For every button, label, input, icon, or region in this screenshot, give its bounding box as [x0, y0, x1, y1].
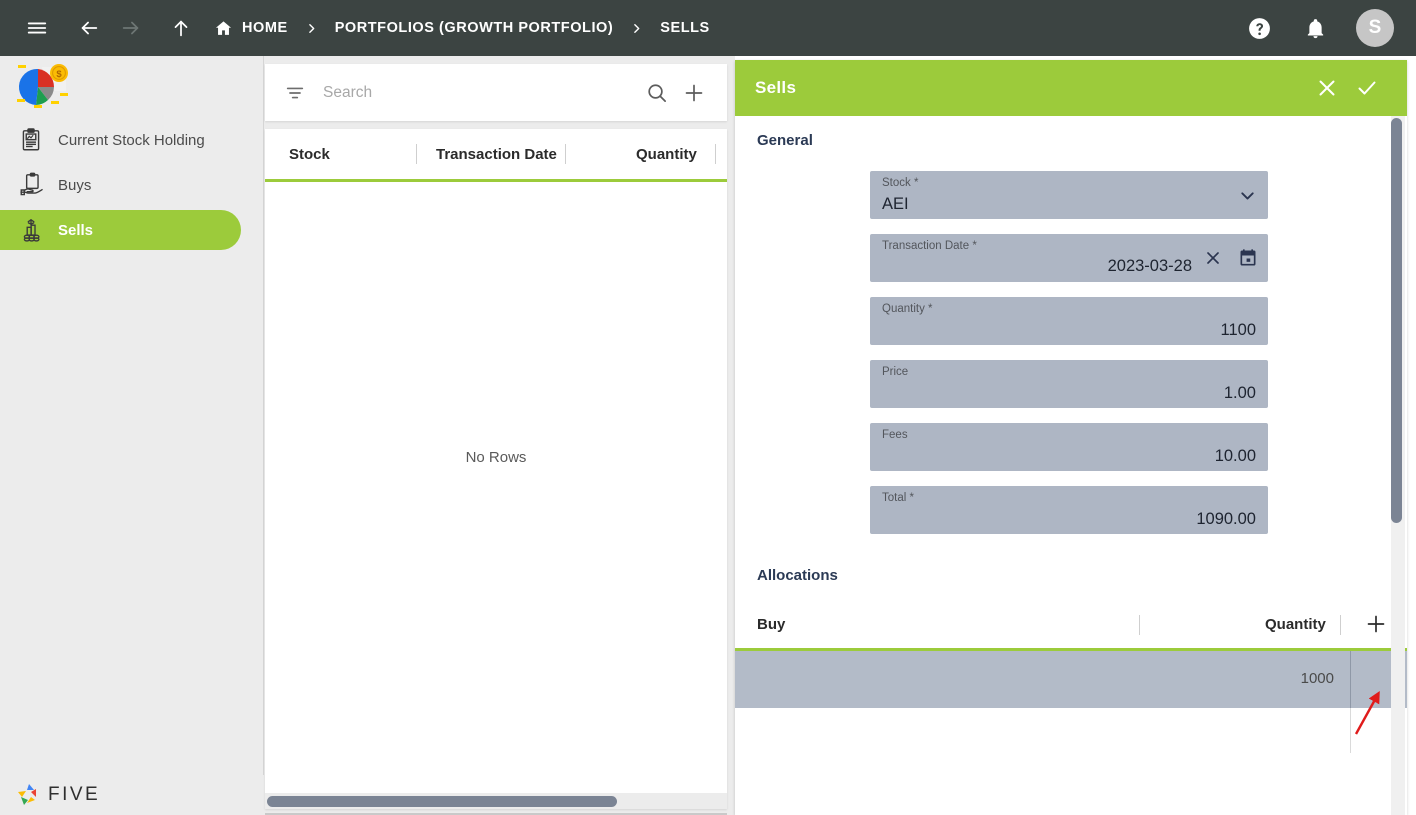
panel-body: General Stock * AEI Transaction Date * 2…	[735, 116, 1407, 815]
breadcrumb-label: SELLS	[660, 20, 710, 36]
svg-text:$: $	[56, 69, 62, 80]
panel-actions	[1307, 68, 1387, 108]
breadcrumb-item-portfolios[interactable]: PORTFOLIOS (GROWTH PORTFOLIO)	[335, 20, 614, 36]
chevron-right-icon	[630, 22, 643, 35]
general-fields: Stock * AEI Transaction Date * 2023-03-2…	[735, 149, 1407, 534]
section-title-general: General	[757, 132, 813, 149]
field-price[interactable]: Price 1.00	[870, 360, 1268, 408]
hand-clipboard-icon	[14, 172, 48, 198]
breadcrumb: HOME PORTFOLIOS (GROWTH PORTFOLIO) SELLS	[214, 19, 710, 38]
column-header-buy[interactable]: Buy	[757, 601, 785, 648]
field-label: Quantity *	[882, 303, 933, 315]
top-bar: HOME PORTFOLIOS (GROWTH PORTFOLIO) SELLS	[0, 0, 1416, 56]
avatar[interactable]: S	[1356, 9, 1394, 47]
breadcrumb-item-sells[interactable]: SELLS	[660, 20, 709, 36]
sidebar-item-label: Sells	[58, 221, 94, 239]
add-record-button[interactable]	[675, 81, 713, 105]
column-header-stock[interactable]: Stock	[289, 129, 330, 179]
arrow-left-icon[interactable]	[72, 11, 106, 45]
field-label: Price	[882, 366, 909, 378]
chevron-right-icon	[305, 22, 318, 35]
sidebar-item-label: Current Stock Holding	[58, 131, 205, 149]
field-fees[interactable]: Fees 10.00	[870, 423, 1268, 471]
pie-chart-coin-logo: $	[17, 64, 68, 108]
field-stock[interactable]: Stock * AEI	[870, 171, 1268, 219]
column-divider[interactable]	[715, 144, 716, 164]
money-stack-icon	[14, 217, 48, 243]
field-transaction-date[interactable]: Transaction Date * 2023-03-28	[870, 234, 1268, 282]
hamburger-icon[interactable]	[20, 11, 54, 45]
column-divider[interactable]	[1139, 615, 1140, 635]
allocations-header: Buy Quantity	[735, 601, 1407, 651]
field-total[interactable]: Total * 1090.00	[870, 486, 1268, 534]
column-divider[interactable]	[565, 144, 566, 164]
field-label: Stock *	[882, 177, 919, 189]
panel-vertical-scrollbar[interactable]	[1391, 116, 1405, 815]
bell-icon[interactable]	[1298, 11, 1332, 45]
top-bar-actions: S	[1220, 9, 1416, 47]
chevron-down-icon[interactable]	[1237, 185, 1258, 211]
check-icon[interactable]	[1347, 68, 1387, 108]
sidebar-nav: Current Stock Holding Buys Sells	[0, 120, 263, 250]
sidebar-item-buys[interactable]: Buys	[0, 165, 241, 205]
app-logo: $	[0, 56, 263, 118]
five-star-logo	[18, 784, 36, 805]
brand-footer: FIVE	[0, 775, 264, 815]
column-header-transaction-date[interactable]: Transaction Date	[436, 129, 557, 179]
breadcrumb-item-home[interactable]: HOME	[214, 19, 288, 38]
section-title-allocations: Allocations	[757, 567, 838, 584]
cell-quantity: 1000	[1300, 670, 1334, 687]
row-divider	[1350, 651, 1351, 708]
allocations-add-button[interactable]	[1361, 609, 1391, 639]
field-quantity[interactable]: Quantity * 1100	[870, 297, 1268, 345]
field-value: 1100	[1220, 321, 1256, 339]
field-value: 1090.00	[1196, 510, 1256, 528]
field-value: AEI	[882, 195, 909, 213]
column-header-quantity[interactable]: Quantity	[636, 129, 697, 179]
field-value: 10.00	[1214, 447, 1256, 465]
help-circle-icon[interactable]	[1242, 11, 1276, 45]
column-divider[interactable]	[416, 144, 417, 164]
brand-name: FIVE	[48, 784, 101, 805]
sidebar-item-current-stock-holding[interactable]: Current Stock Holding	[0, 120, 241, 160]
search-bar	[265, 64, 727, 121]
horizontal-scrollbar-thumb[interactable]	[267, 796, 617, 807]
clipboard-chart-icon	[14, 127, 48, 153]
filter-icon[interactable]	[279, 82, 311, 104]
search-input[interactable]	[323, 83, 637, 102]
field-label: Total *	[882, 492, 914, 504]
table-row[interactable]: 1000	[735, 651, 1407, 708]
sidebar-item-sells[interactable]: Sells	[0, 210, 241, 250]
breadcrumb-label: PORTFOLIOS (GROWTH PORTFOLIO)	[334, 20, 614, 36]
sidebar-item-label: Buys	[58, 176, 92, 194]
grid-header: Stock Transaction Date Quantity	[265, 129, 727, 182]
panel-header: Sells	[735, 60, 1407, 116]
field-label: Transaction Date *	[882, 240, 977, 252]
search-icon[interactable]	[637, 81, 675, 104]
list-column: Stock Transaction Date Quantity No Rows	[264, 56, 735, 815]
panel-vertical-scrollbar-thumb[interactable]	[1391, 118, 1402, 523]
column-divider[interactable]	[1340, 615, 1341, 635]
clear-date-icon[interactable]	[1203, 248, 1223, 273]
allocations-grid: Buy Quantity 1000	[735, 601, 1407, 753]
records-grid: Stock Transaction Date Quantity No Rows	[265, 129, 727, 809]
arrow-up-icon[interactable]	[164, 11, 198, 45]
arrow-right-icon[interactable]	[114, 11, 148, 45]
panel-title: Sells	[755, 78, 797, 97]
calendar-icon[interactable]	[1238, 248, 1258, 273]
table-row-empty[interactable]	[735, 708, 1407, 753]
field-value: 2023-03-28	[1107, 257, 1192, 275]
field-label: Fees	[882, 429, 908, 441]
field-value: 1.00	[1223, 384, 1256, 402]
sells-form-panel: Sells General Stock * AEI Transaction Da…	[735, 60, 1407, 815]
app-root: HOME PORTFOLIOS (GROWTH PORTFOLIO) SELLS	[0, 0, 1416, 815]
horizontal-scrollbar[interactable]	[265, 793, 727, 809]
breadcrumb-label: HOME	[242, 20, 288, 36]
home-icon	[214, 19, 233, 38]
close-icon[interactable]	[1307, 68, 1347, 108]
empty-state-message: No Rows	[465, 449, 527, 466]
column-header-quantity[interactable]: Quantity	[1265, 601, 1326, 648]
sidebar: $ Current Stock Holding Buys Sells FIVE	[0, 56, 264, 815]
row-divider	[1350, 708, 1351, 753]
